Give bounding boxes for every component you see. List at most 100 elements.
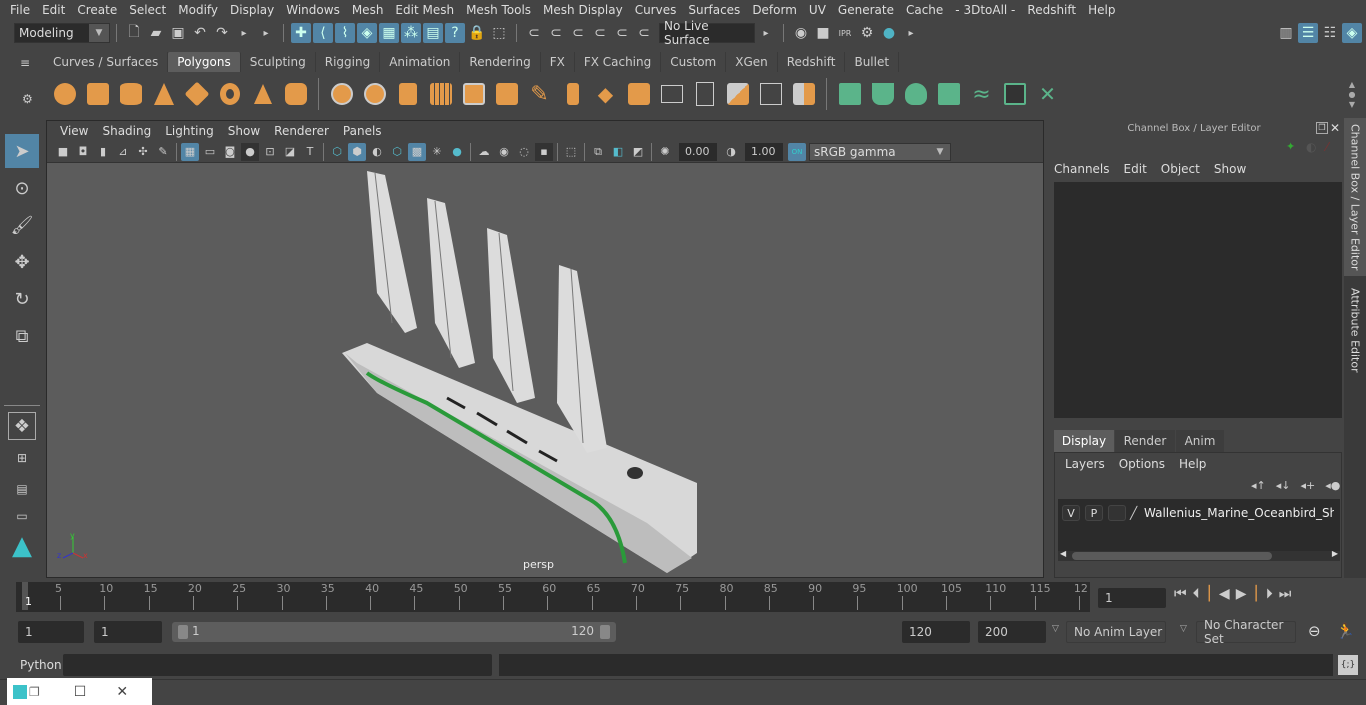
shelf-settings-gear-icon[interactable]: ⚙ (22, 92, 33, 106)
character-set-dropdown[interactable]: No Character Set (1196, 618, 1296, 646)
menu-windows[interactable]: Windows (280, 3, 346, 17)
menu-file[interactable]: File (4, 3, 36, 17)
menu-edit-mesh[interactable]: Edit Mesh (389, 3, 460, 17)
uv-spherical-icon[interactable] (901, 78, 930, 110)
bookmark-icon[interactable]: ▮ (94, 143, 112, 161)
go-to-start-icon[interactable]: ⏮ (1174, 586, 1187, 602)
menu-select[interactable]: Select (123, 3, 172, 17)
menu-deform[interactable]: Deform (746, 3, 803, 17)
new-scene-icon[interactable]: 🗋 (124, 23, 144, 43)
shelf-tab-rendering[interactable]: Rendering (460, 52, 541, 72)
safe-action-icon[interactable]: ◪ (281, 143, 299, 161)
layer-playback-toggle[interactable]: P (1085, 505, 1103, 521)
smooth-shade-icon[interactable]: ⬢ (348, 142, 366, 161)
layer-row[interactable]: V P ╱ Wallenius_Marine_Oceanbird_Ship_0 (1058, 503, 1340, 523)
layer-visibility-toggle[interactable]: V (1062, 505, 1080, 521)
exposure-field[interactable]: 0.00 (679, 142, 717, 161)
anim-layer-dropdown[interactable]: No Anim Layer (1066, 621, 1166, 643)
resolution-gate-icon[interactable]: ◙ (221, 143, 239, 161)
step-forward-key-icon[interactable]: ⎮ (1252, 586, 1259, 602)
layer-menu-layers[interactable]: Layers (1065, 457, 1105, 471)
four-view-layout-icon[interactable]: ⊞ (5, 444, 39, 472)
graph-layout-icon[interactable]: ▭ (5, 506, 39, 526)
collapse-arrow-icon[interactable]: ▸ (756, 23, 776, 43)
attribute-editor-toggle-icon[interactable]: ☰ (1298, 23, 1318, 43)
auto-key-icon[interactable]: ⊖ (1308, 622, 1321, 640)
paint-select-tool-icon[interactable]: 🖌 (5, 208, 39, 242)
ipr-render-icon[interactable]: IPR (835, 23, 855, 43)
shelf-scroll[interactable]: ▲ ● ▼ (1346, 80, 1358, 110)
poly-cylinder-icon[interactable] (116, 78, 145, 110)
new-layer-icon[interactable]: ◂+ (1301, 479, 1316, 492)
menu-display[interactable]: Display (224, 3, 280, 17)
close-panel-icon[interactable]: ✕ (1330, 121, 1340, 135)
anti-aliasing-icon[interactable]: ◌ (515, 143, 533, 161)
shelf-tab-animation[interactable]: Animation (380, 52, 461, 72)
render-settings-icon[interactable]: ⚙ (857, 23, 877, 43)
bridge-icon[interactable] (558, 78, 587, 110)
float-panel-icon[interactable]: ❐ (1316, 122, 1328, 134)
side-tab-channel-box[interactable]: Channel Box / Layer Editor (1344, 118, 1366, 276)
shelf-tab-sculpting[interactable]: Sculpting (240, 52, 316, 72)
play-backward-icon[interactable]: ◀ (1219, 586, 1230, 602)
shelf-menu-icon[interactable]: ≡ (20, 56, 36, 70)
uv-cylindrical-icon[interactable] (868, 78, 897, 110)
snap-view-icon[interactable]: ⊂ (590, 23, 610, 43)
select-component-icon[interactable]: ⌇ (335, 23, 355, 43)
xray-joints-icon[interactable]: ◧ (609, 143, 627, 161)
default-material-icon[interactable]: ◐ (368, 143, 386, 161)
collapse-arrow-icon[interactable]: ▸ (256, 23, 276, 43)
layer-tab-display[interactable]: Display (1054, 430, 1114, 452)
select-object-icon[interactable]: ⟨ (313, 23, 333, 43)
move-tool-icon[interactable]: ✥ (5, 245, 39, 279)
menu-redshift[interactable]: Redshift (1021, 3, 1082, 17)
snap-curve-icon[interactable]: ⊂ (546, 23, 566, 43)
ship-model[interactable] (47, 163, 1043, 577)
xray-components-icon[interactable]: ◩ (629, 143, 647, 161)
poly-cone-icon[interactable] (149, 78, 178, 110)
layer-menu-help[interactable]: Help (1179, 457, 1206, 471)
step-back-key-icon[interactable]: ⎮ (1206, 586, 1213, 602)
select-highlight-icon[interactable]: ⬚ (489, 23, 509, 43)
rotate-tool-icon[interactable]: ↻ (5, 282, 39, 316)
menu-generate[interactable]: Generate (832, 3, 900, 17)
channel-list[interactable] (1054, 182, 1342, 418)
shadows-icon[interactable]: ● (448, 143, 466, 161)
xray-icon[interactable]: ⧉ (589, 143, 607, 161)
command-input[interactable] (63, 654, 492, 676)
insert-edge-icon[interactable] (690, 78, 719, 110)
restore-icon[interactable]: ❐ (29, 685, 40, 699)
scale-tool-icon[interactable]: ⧉ (5, 319, 39, 353)
safe-title-icon[interactable]: T (301, 143, 319, 161)
tool-settings-icon[interactable]: ☷ (1320, 23, 1340, 43)
color-space-dropdown[interactable]: sRGB gamma ▼ (809, 142, 951, 161)
bevel-icon[interactable] (459, 78, 488, 110)
collapse-arrow-icon[interactable]: ▸ (234, 23, 254, 43)
hypershade-icon[interactable]: ● (879, 23, 899, 43)
save-scene-icon[interactable]: ▣ (168, 23, 188, 43)
step-back-icon[interactable]: ⏴ (1193, 586, 1200, 602)
uv-planar-icon[interactable] (835, 78, 864, 110)
snap-point-icon[interactable]: ⊂ (568, 23, 588, 43)
uv-unfold-icon[interactable]: ≈ (967, 78, 996, 110)
move-layer-down-icon[interactable]: ◂↓ (1276, 479, 1291, 492)
grid-icon[interactable]: ▦ (181, 142, 199, 161)
isolate-select-icon[interactable]: ⬚ (562, 143, 580, 161)
menu-edit[interactable]: Edit (36, 3, 71, 17)
viewport-menu-shading[interactable]: Shading (95, 124, 158, 138)
poly-sphere-icon[interactable] (50, 78, 79, 110)
shelf-tab-fx[interactable]: FX (540, 52, 575, 72)
screen-space-ao-icon[interactable]: ☁ (475, 143, 493, 161)
single-perspective-layout-icon[interactable]: ❖ (8, 412, 36, 440)
shelf-tab-curves-surfaces[interactable]: Curves / Surfaces (44, 52, 169, 72)
gate-mask-icon[interactable]: ● (241, 142, 259, 161)
manipulator-icon[interactable]: ◐ (1306, 140, 1316, 154)
menu-3dtoall[interactable]: - 3DtoAll - (949, 3, 1021, 17)
anim-layer-chevron-down-icon[interactable]: ▽ (1052, 624, 1059, 634)
extrude-icon[interactable] (492, 78, 521, 110)
script-editor-icon[interactable]: {;} (1338, 655, 1358, 675)
channel-box-toggle-icon[interactable]: ◈ (1342, 23, 1362, 43)
menu-create[interactable]: Create (71, 3, 123, 17)
separate-icon[interactable] (360, 78, 389, 110)
viewport-menu-show[interactable]: Show (221, 124, 267, 138)
